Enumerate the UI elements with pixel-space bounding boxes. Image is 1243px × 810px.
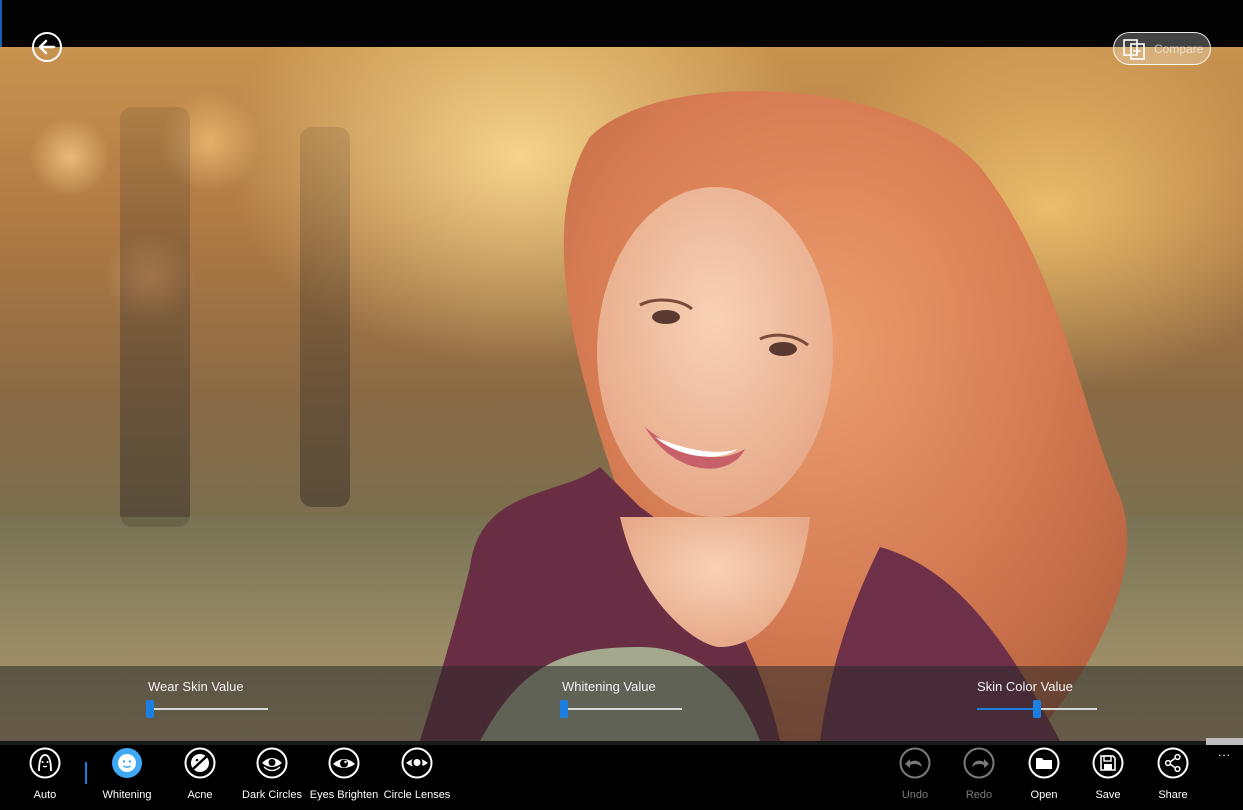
more-options-button[interactable]: ... [1218, 745, 1231, 759]
slider-thumb[interactable] [1033, 700, 1041, 718]
tool-auto[interactable]: Auto [9, 745, 81, 810]
tool-whitening[interactable]: Whitening [91, 745, 163, 810]
skin-color-slider-group: Skin Color Value [977, 666, 1137, 741]
slider-label: Whitening Value [562, 679, 656, 694]
eyes-brighten-icon [328, 747, 360, 779]
circle-lenses-icon [401, 747, 433, 779]
portrait-woman [420, 91, 1128, 741]
compare-icon [1123, 38, 1145, 60]
toolbar-separator [85, 762, 87, 784]
auto-face-icon [29, 747, 61, 779]
folder-open-icon [1028, 747, 1060, 779]
whitening-face-icon [112, 748, 142, 778]
compare-button[interactable]: Compare [1113, 32, 1211, 65]
wear-skin-slider[interactable] [146, 700, 268, 718]
tool-eyes-brighten[interactable]: Eyes Brighten [308, 745, 380, 810]
redo-icon [963, 747, 995, 779]
slider-label: Skin Color Value [977, 679, 1073, 694]
slider-fill [977, 708, 1037, 710]
bottom-toolbar: Auto Whitening Acne Dark Circles Eyes Br… [0, 745, 1243, 810]
tool-label: Share [1158, 789, 1188, 801]
tool-circle-lenses[interactable]: Circle Lenses [381, 745, 453, 810]
back-button[interactable] [32, 32, 62, 62]
photo-canvas[interactable] [0, 47, 1243, 741]
share-icon [1157, 747, 1189, 779]
slider-label: Wear Skin Value [148, 679, 244, 694]
tool-label: Auto [33, 789, 57, 801]
tool-label: Circle Lenses [383, 789, 451, 801]
scrollbar-thumb[interactable] [1206, 738, 1243, 745]
adjustment-slider-panel: Wear Skin Value Whitening Value Skin Col… [0, 666, 1243, 741]
slider-thumb[interactable] [146, 700, 155, 718]
skin-color-slider[interactable] [977, 700, 1097, 718]
top-bar [0, 0, 1243, 47]
share-button[interactable]: Share [1137, 745, 1209, 810]
compare-label: Compare [1154, 41, 1204, 56]
back-arrow-icon [38, 39, 56, 55]
undo-icon [899, 747, 931, 779]
whitening-slider-group: Whitening Value [560, 666, 722, 741]
acne-icon [184, 747, 216, 779]
save-disk-icon [1092, 747, 1124, 779]
whitening-slider[interactable] [560, 700, 682, 718]
wear-skin-slider-group: Wear Skin Value [146, 666, 308, 741]
dark-circles-eye-icon [256, 747, 288, 779]
slider-thumb[interactable] [560, 700, 569, 718]
